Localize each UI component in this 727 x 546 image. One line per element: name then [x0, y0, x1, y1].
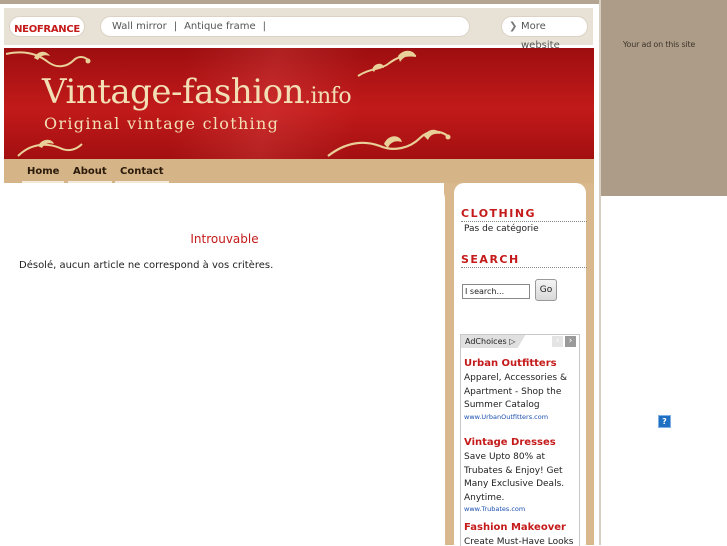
- flourish-top-right-icon: [357, 50, 417, 77]
- neofrance-logo-text: NEOFRANCE: [14, 24, 80, 35]
- main-content: Introuvable Désolé, aucun article ne cor…: [4, 183, 445, 545]
- ad-body: Apparel, Accessories & Apartment - Shop …: [464, 373, 567, 410]
- ad-url[interactable]: www.UrbanOutfitters.com: [464, 413, 548, 421]
- ad-title[interactable]: Fashion Makeover: [464, 522, 566, 533]
- advertise-here-text[interactable]: Your ad on this site: [601, 40, 717, 49]
- site-banner[interactable]: Vintage-fashion.info Original vintage cl…: [4, 48, 594, 159]
- link-separator: |: [262, 21, 266, 32]
- ad-prev-icon[interactable]: ‹: [552, 336, 563, 347]
- nav-home[interactable]: Home: [21, 159, 65, 183]
- not-found-message: Désolé, aucun article ne correspond à vo…: [19, 260, 274, 271]
- adchoices-label: AdChoices: [465, 337, 507, 346]
- ad-url[interactable]: www.Trubates.com: [464, 505, 525, 513]
- nav-contact[interactable]: Contact: [115, 159, 169, 183]
- banner-title: Vintage-fashion.info: [42, 72, 352, 112]
- sidebar: CLOTHING Pas de catégorie SEARCH Go AdCh…: [454, 183, 587, 546]
- ad-unit: AdChoices ▷ ‹ › Urban Outfitters Apparel…: [460, 334, 580, 546]
- top-strip: [0, 0, 600, 4]
- ad-title[interactable]: Vintage Dresses: [464, 437, 556, 448]
- network-links: Wall mirror | Antique frame |: [101, 17, 469, 36]
- help-icon[interactable]: ?: [658, 415, 671, 428]
- adchoices-badge[interactable]: AdChoices ▷: [461, 335, 526, 348]
- top-bar: NEOFRANCE Wall mirror | Antique frame | ❯ M…: [4, 8, 593, 51]
- ad-body: Save Upto 80% at Trubates & Enjoy! Get M…: [464, 452, 565, 503]
- ad-title[interactable]: Urban Outfitters: [464, 358, 557, 369]
- main-nav: Home About Contact: [4, 159, 594, 183]
- banner-title-main: Vintage-fashion: [42, 72, 304, 112]
- ad-next-icon[interactable]: ›: [565, 336, 576, 347]
- search-go-button[interactable]: Go: [535, 279, 557, 301]
- page-title: Introuvable: [190, 232, 259, 246]
- search-heading: SEARCH: [461, 253, 587, 268]
- link-separator: |: [173, 21, 178, 32]
- flourish-bottom-right-icon: [327, 129, 451, 157]
- chevron-right-icon: ❯: [509, 21, 518, 32]
- link-wall-mirror[interactable]: Wall mirror: [112, 21, 167, 32]
- right-ad-panel[interactable]: [601, 0, 727, 196]
- banner-subtitle: Original vintage clothing: [44, 114, 280, 133]
- link-antique-frame[interactable]: Antique frame: [184, 21, 256, 32]
- adchoices-play-icon: ▷: [509, 337, 516, 346]
- clothing-heading: CLOTHING: [461, 207, 587, 222]
- neofrance-logo[interactable]: NEOFRANCE: [10, 17, 84, 36]
- search-input[interactable]: [462, 284, 530, 299]
- category-empty-text: Pas de catégorie: [464, 224, 539, 234]
- nav-about[interactable]: About: [68, 159, 112, 183]
- more-website-button[interactable]: ❯ More website: [502, 17, 587, 51]
- banner-title-ext: .info: [303, 84, 352, 109]
- flourish-bottom-left-icon: [17, 139, 83, 157]
